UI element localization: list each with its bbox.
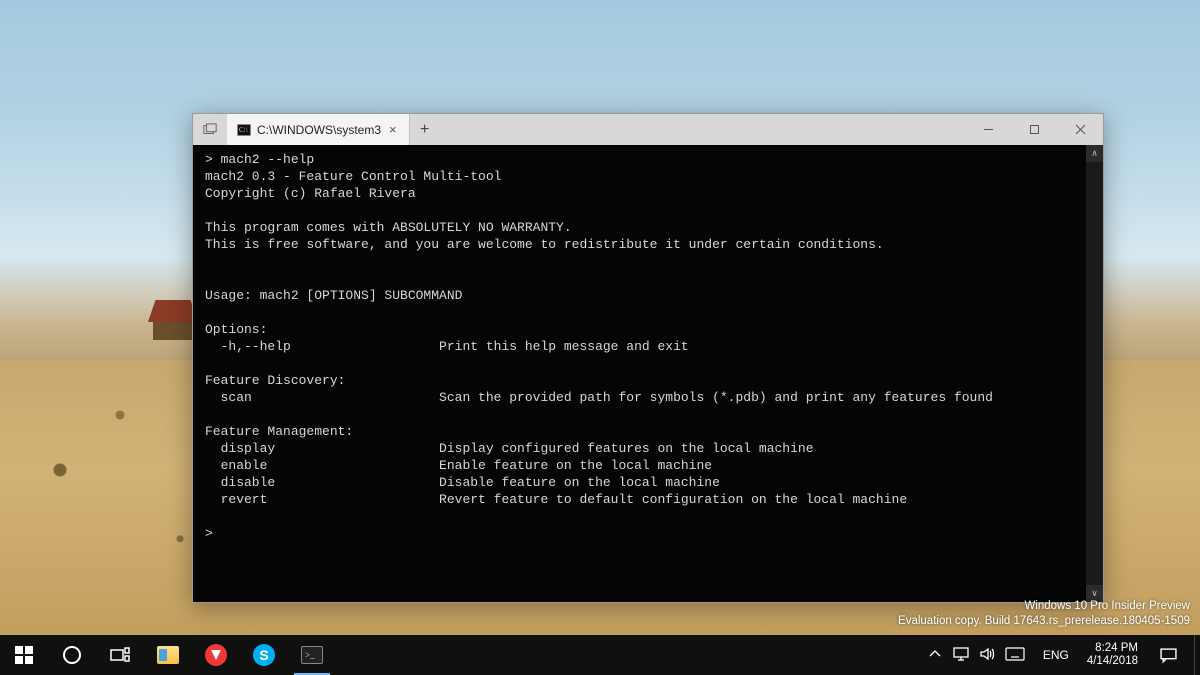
scroll-track[interactable]	[1086, 162, 1103, 585]
tab-thumbnails-button[interactable]	[193, 114, 227, 145]
taskbar-app-vivaldi[interactable]	[192, 635, 240, 675]
taskbar: S ENG 8:24 PM 4/14/2018	[0, 635, 1200, 675]
windows-watermark: Windows 10 Pro Insider Preview Evaluatio…	[898, 599, 1190, 629]
terminal-window: C:\WINDOWS\system3 × + > mach2 --help ma…	[192, 113, 1104, 603]
taskbar-app-terminal[interactable]	[288, 635, 336, 675]
tray-display-icon[interactable]	[953, 646, 969, 665]
action-center-button[interactable]	[1148, 647, 1188, 664]
desktop-wallpaper-hut	[148, 300, 198, 340]
show-desktop-button[interactable]	[1194, 635, 1200, 675]
vivaldi-icon	[204, 643, 228, 667]
watermark-line2: Evaluation copy. Build 17643.rs_prerelea…	[898, 614, 1190, 629]
watermark-line1: Windows 10 Pro Insider Preview	[898, 599, 1190, 614]
terminal-output[interactable]: > mach2 --help mach2 0.3 - Feature Contr…	[193, 145, 1086, 602]
tab-title: C:\WINDOWS\system3	[257, 123, 381, 137]
tray-keyboard-icon[interactable]	[1005, 647, 1025, 664]
cortana-button[interactable]	[48, 635, 96, 675]
taskbar-app-skype[interactable]: S	[240, 635, 288, 675]
titlebar-drag-region[interactable]	[440, 114, 965, 145]
language-indicator[interactable]: ENG	[1035, 648, 1077, 662]
maximize-button[interactable]	[1011, 114, 1057, 145]
tab-cmd[interactable]: C:\WINDOWS\system3 ×	[227, 114, 410, 145]
new-tab-button[interactable]: +	[410, 114, 440, 145]
task-view-icon	[108, 643, 132, 667]
clock-date: 4/14/2018	[1087, 655, 1138, 668]
minimize-button[interactable]	[965, 114, 1011, 145]
file-explorer-icon	[156, 643, 180, 667]
system-tray	[917, 646, 1035, 665]
taskbar-app-explorer[interactable]	[144, 635, 192, 675]
skype-icon: S	[252, 643, 276, 667]
windows-icon	[12, 643, 36, 667]
tab-close-button[interactable]: ×	[387, 122, 399, 137]
start-button[interactable]	[0, 635, 48, 675]
tray-overflow-button[interactable]	[927, 646, 943, 665]
tray-volume-icon[interactable]	[979, 646, 995, 665]
scroll-up-arrow[interactable]: ∧	[1086, 145, 1103, 162]
cortana-icon	[60, 643, 84, 667]
cmd-icon	[237, 124, 251, 136]
task-view-button[interactable]	[96, 635, 144, 675]
window-titlebar[interactable]: C:\WINDOWS\system3 × +	[193, 114, 1103, 145]
terminal-icon	[300, 643, 324, 667]
close-button[interactable]	[1057, 114, 1103, 145]
terminal-scrollbar[interactable]: ∧ ∨	[1086, 145, 1103, 602]
clock-time: 8:24 PM	[1087, 642, 1138, 655]
taskbar-clock[interactable]: 8:24 PM 4/14/2018	[1077, 642, 1148, 668]
